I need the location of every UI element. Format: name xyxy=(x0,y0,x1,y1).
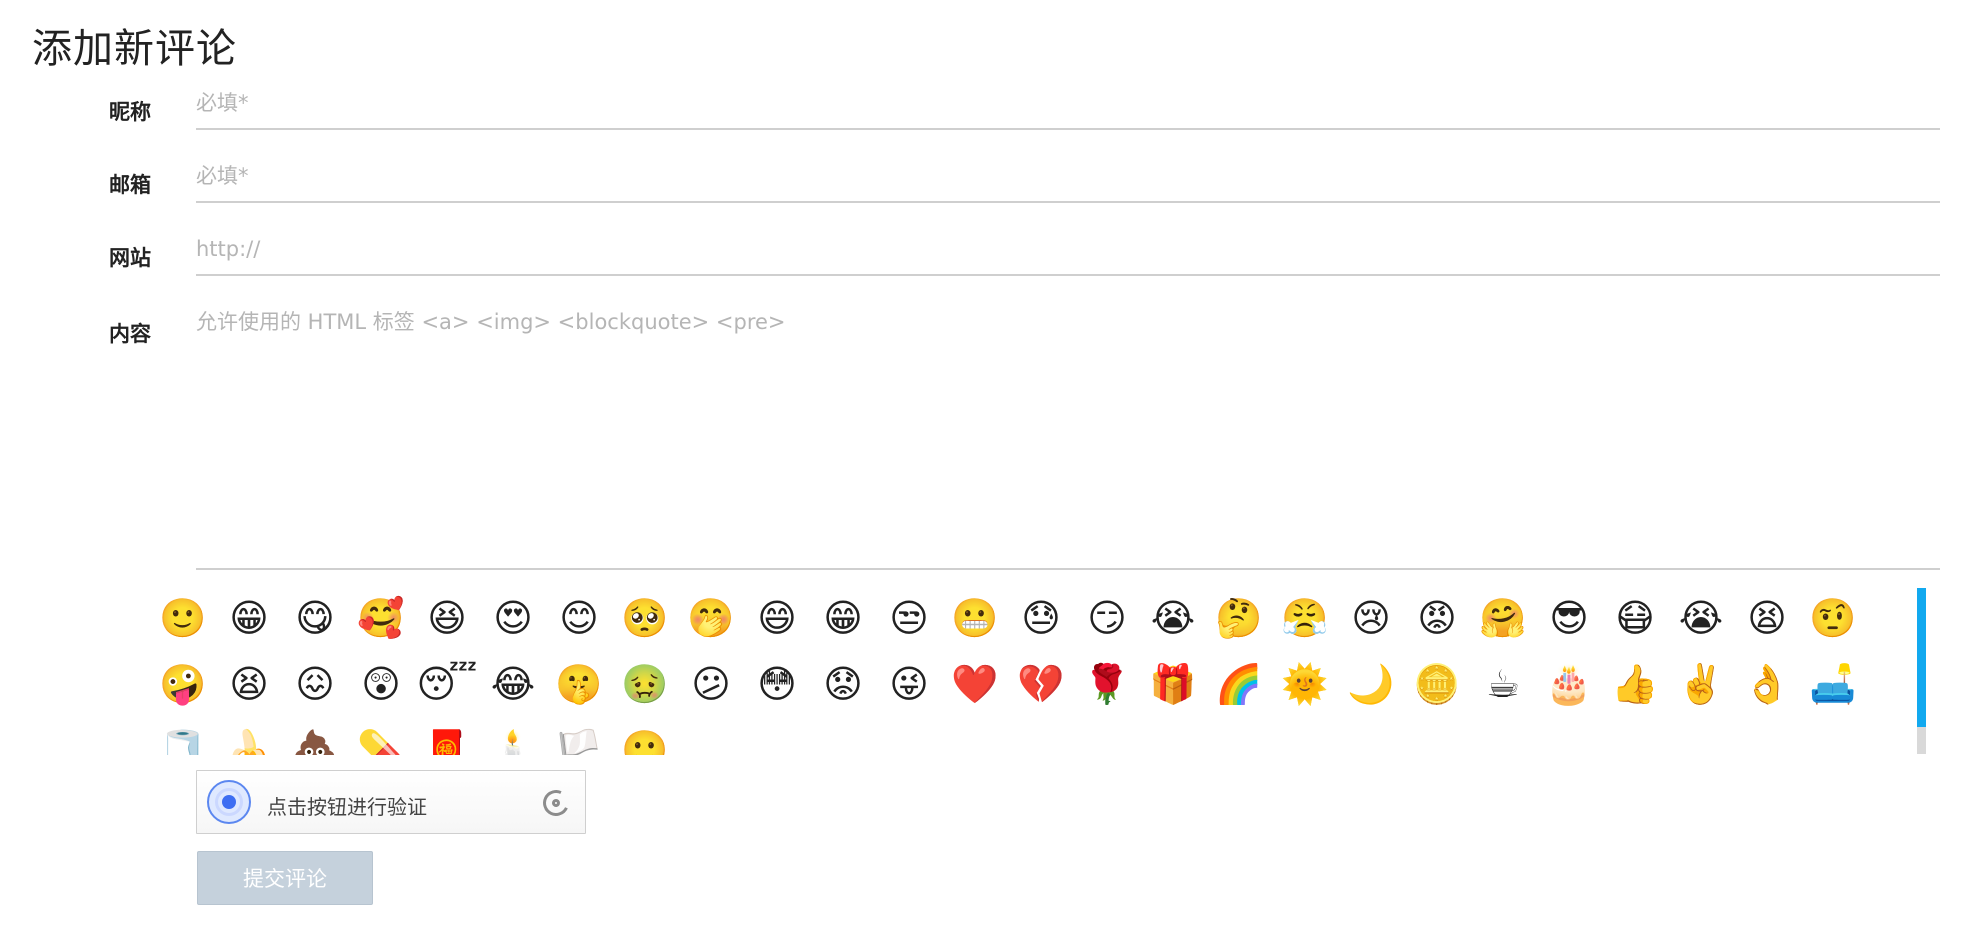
email-label: 邮箱 xyxy=(109,173,151,197)
coin-icon[interactable]: 🪙 xyxy=(1404,651,1470,717)
shout-emoji-icon[interactable]: 😫 xyxy=(1734,585,1800,651)
content-textarea[interactable] xyxy=(196,300,1940,570)
content-label: 内容 xyxy=(109,322,151,346)
pout-emoji-icon[interactable]: 😖 xyxy=(282,651,348,717)
rose-icon[interactable]: 🌹 xyxy=(1074,651,1140,717)
email-input[interactable] xyxy=(196,151,1940,203)
candle-icon[interactable]: 🕯️ xyxy=(480,717,546,755)
toilet-paper-icon[interactable]: 🧻 xyxy=(150,717,216,755)
page-title: 添加新评论 xyxy=(32,26,237,72)
nickname-label: 昵称 xyxy=(109,100,151,124)
thinking-emoji-icon[interactable]: 🤔 xyxy=(1206,585,1272,651)
refresh-icon[interactable] xyxy=(539,786,573,820)
sofa-icon[interactable]: 🛋️ xyxy=(1800,651,1866,717)
broken-heart-icon[interactable]: 💔 xyxy=(1008,651,1074,717)
giggle-emoji-icon[interactable]: 🤭 xyxy=(678,585,744,651)
pleading-emoji-icon[interactable]: 🥺 xyxy=(612,585,678,651)
tears-emoji-icon[interactable]: 😢 xyxy=(1338,585,1404,651)
grimace-emoji-icon[interactable]: 😬 xyxy=(942,585,1008,651)
nickname-input[interactable] xyxy=(196,78,1940,130)
worried-emoji-icon[interactable]: 😟 xyxy=(810,651,876,717)
gift-icon[interactable]: 🎁 xyxy=(1140,651,1206,717)
dizzy-emoji-icon[interactable]: 🤪 xyxy=(150,651,216,717)
sob-emoji-icon[interactable]: 😭 xyxy=(1668,585,1734,651)
heart-eyes-emoji-icon[interactable]: 😍 xyxy=(480,585,546,651)
shush-emoji-icon[interactable]: 🤫 xyxy=(546,651,612,717)
comment-form-page: 添加新评论 昵称 邮箱 网站 内容 🙂😁😋🥰😆😍😊🥺🤭😄😁😒😬😓😏😭🤔😤😢😡🤗😎… xyxy=(0,0,1979,945)
poop-icon[interactable]: 💩 xyxy=(282,717,348,755)
cake-icon[interactable]: 🎂 xyxy=(1536,651,1602,717)
smile-small-emoji-icon[interactable]: 🙂 xyxy=(612,717,678,755)
sick-emoji-icon[interactable]: 🤢 xyxy=(612,651,678,717)
smirk-emoji-icon[interactable]: 😏 xyxy=(1074,585,1140,651)
blush-emoji-icon[interactable]: 😊 xyxy=(546,585,612,651)
flag-icon[interactable]: 🏳️ xyxy=(546,717,612,755)
emoji-panel: 🙂 😁 😋 🥰 😆 😍 😊 🥺 🤭 😄 😁 😒 😬 😓 😏 😭 🤔 😤 😢 😡 🤗 😎 😷 😭 😫 🤨 🤪 😫 😖 😲 😴 😂 🤫 🤢 😕 😳 😟 😜 ❤️… xyxy=(150,585,1925,755)
confused-emoji-icon[interactable]: 🤨 xyxy=(1800,585,1866,651)
heart-icon[interactable]: ❤️ xyxy=(942,651,1008,717)
emoji-grid: 🙂 😁 😋 🥰 😆 😍 😊 🥺 🤭 😄 😁 😒 😬 😓 😏 😭 🤔 😤 😢 😡 🤗 😎 😷 😭 😫 🤨 🤪 😫 😖 😲 😴 😂 🤫 🤢 😕 😳 😟 😜 ❤️… xyxy=(150,585,1910,755)
banana-icon[interactable]: 🍌 xyxy=(216,717,282,755)
sunglasses-emoji-icon[interactable]: 😎 xyxy=(1536,585,1602,651)
moon-icon[interactable]: 🌙 xyxy=(1338,651,1404,717)
happy-emoji-icon[interactable]: 😄 xyxy=(744,585,810,651)
shy-emoji-icon[interactable]: 🥰 xyxy=(348,585,414,651)
ok-hand-icon[interactable]: 👌 xyxy=(1734,651,1800,717)
angry-emoji-icon[interactable]: 😡 xyxy=(1404,585,1470,651)
tongue-emoji-icon[interactable]: 😋 xyxy=(282,585,348,651)
surprised-emoji-icon[interactable]: 😲 xyxy=(348,651,414,717)
submit-comment-button[interactable]: 提交评论 xyxy=(197,851,373,905)
nickname-row: 昵称 xyxy=(0,78,1979,138)
captcha-text: 点击按钮进行验证 xyxy=(267,795,427,819)
grin-emoji-icon[interactable]: 😁 xyxy=(216,585,282,651)
emoji-scrollbar[interactable] xyxy=(1917,588,1926,754)
red-envelope-icon[interactable]: 🧧 xyxy=(414,717,480,755)
yawn-emoji-icon[interactable]: 😫 xyxy=(216,651,282,717)
pill-icon[interactable]: 💊 xyxy=(348,717,414,755)
website-label: 网站 xyxy=(109,246,151,270)
sweat-emoji-icon[interactable]: 😓 xyxy=(1008,585,1074,651)
wink-emoji-icon[interactable]: 😜 xyxy=(876,651,942,717)
joy-emoji-icon[interactable]: 😂 xyxy=(480,651,546,717)
coffee-icon[interactable]: ☕ xyxy=(1470,651,1536,717)
captcha-widget[interactable]: 点击按钮进行验证 xyxy=(196,770,586,834)
email-row: 邮箱 xyxy=(0,151,1979,211)
sun-icon[interactable]: 🌞 xyxy=(1272,651,1338,717)
smile-emoji-icon[interactable]: 🙂 xyxy=(150,585,216,651)
shield-check-icon[interactable] xyxy=(207,780,251,824)
website-row: 网站 xyxy=(0,224,1979,284)
mask-emoji-icon[interactable]: 😷 xyxy=(1602,585,1668,651)
laugh-emoji-icon[interactable]: 😆 xyxy=(414,585,480,651)
beaming-emoji-icon[interactable]: 😁 xyxy=(810,585,876,651)
flushed-emoji-icon[interactable]: 😳 xyxy=(744,651,810,717)
hug-emoji-icon[interactable]: 🤗 xyxy=(1470,585,1536,651)
annoyed-emoji-icon[interactable]: 😤 xyxy=(1272,585,1338,651)
unamused-emoji-icon[interactable]: 😒 xyxy=(876,585,942,651)
emoji-scrollbar-thumb[interactable] xyxy=(1917,588,1926,727)
crying-emoji-icon[interactable]: 😭 xyxy=(1140,585,1206,651)
victory-hand-icon[interactable]: ✌️ xyxy=(1668,651,1734,717)
website-input[interactable] xyxy=(196,224,1940,276)
sleepy-emoji-icon[interactable]: 😴 xyxy=(414,651,480,717)
meh-emoji-icon[interactable]: 😕 xyxy=(678,651,744,717)
rainbow-icon[interactable]: 🌈 xyxy=(1206,651,1272,717)
thumbs-up-icon[interactable]: 👍 xyxy=(1602,651,1668,717)
